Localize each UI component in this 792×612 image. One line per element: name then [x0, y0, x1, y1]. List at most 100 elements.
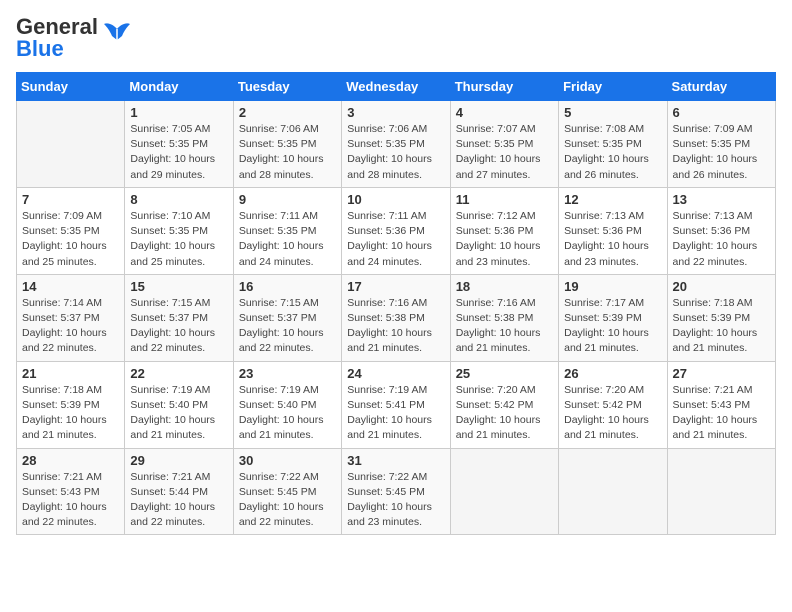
column-header-saturday: Saturday: [667, 73, 775, 101]
day-info: Sunrise: 7:19 AM Sunset: 5:41 PM Dayligh…: [347, 383, 444, 444]
day-number: 13: [673, 192, 770, 207]
calendar-cell: [667, 448, 775, 535]
day-number: 5: [564, 105, 661, 120]
day-info: Sunrise: 7:21 AM Sunset: 5:44 PM Dayligh…: [130, 470, 227, 531]
day-number: 18: [456, 279, 553, 294]
day-number: 28: [22, 453, 119, 468]
calendar-week-3: 14 Sunrise: 7:14 AM Sunset: 5:37 PM Dayli…: [17, 274, 776, 361]
calendar-cell: 22 Sunrise: 7:19 AM Sunset: 5:40 PM Dayli…: [125, 361, 233, 448]
day-number: 3: [347, 105, 444, 120]
day-info: Sunrise: 7:07 AM Sunset: 5:35 PM Dayligh…: [456, 122, 553, 183]
day-info: Sunrise: 7:09 AM Sunset: 5:35 PM Dayligh…: [22, 209, 119, 270]
calendar-cell: 9Sunrise: 7:11 AM Sunset: 5:35 PM Daylig…: [233, 187, 341, 274]
calendar-cell: 10 Sunrise: 7:11 AM Sunset: 5:36 PM Dayli…: [342, 187, 450, 274]
calendar-body: 1 Sunrise: 7:05 AM Sunset: 5:35 PM Daylig…: [17, 101, 776, 535]
day-number: 25: [456, 366, 553, 381]
calendar-cell: 5Sunrise: 7:08 AM Sunset: 5:35 PM Daylig…: [559, 101, 667, 188]
day-info: Sunrise: 7:15 AM Sunset: 5:37 PM Dayligh…: [239, 296, 336, 357]
day-info: Sunrise: 7:05 AM Sunset: 5:35 PM Dayligh…: [130, 122, 227, 183]
calendar-table: SundayMondayTuesdayWednesdayThursdayFrid…: [16, 72, 776, 535]
day-info: Sunrise: 7:19 AM Sunset: 5:40 PM Dayligh…: [130, 383, 227, 444]
day-info: Sunrise: 7:13 AM Sunset: 5:36 PM Dayligh…: [673, 209, 770, 270]
day-info: Sunrise: 7:11 AM Sunset: 5:36 PM Dayligh…: [347, 209, 444, 270]
day-number: 26: [564, 366, 661, 381]
calendar-cell: 4 Sunrise: 7:07 AM Sunset: 5:35 PM Daylig…: [450, 101, 558, 188]
day-number: 30: [239, 453, 336, 468]
calendar-cell: 19 Sunrise: 7:17 AM Sunset: 5:39 PM Dayli…: [559, 274, 667, 361]
day-info: Sunrise: 7:19 AM Sunset: 5:40 PM Dayligh…: [239, 383, 336, 444]
calendar-cell: 1 Sunrise: 7:05 AM Sunset: 5:35 PM Daylig…: [125, 101, 233, 188]
day-info: Sunrise: 7:06 AM Sunset: 5:35 PM Dayligh…: [239, 122, 336, 183]
calendar-cell: 26 Sunrise: 7:20 AM Sunset: 5:42 PM Dayli…: [559, 361, 667, 448]
calendar-cell: 28 Sunrise: 7:21 AM Sunset: 5:43 PM Dayli…: [17, 448, 125, 535]
day-number: 16: [239, 279, 336, 294]
day-info: Sunrise: 7:15 AM Sunset: 5:37 PM Dayligh…: [130, 296, 227, 357]
day-number: 4: [456, 105, 553, 120]
day-number: 11: [456, 192, 553, 207]
calendar-week-1: 1 Sunrise: 7:05 AM Sunset: 5:35 PM Daylig…: [17, 101, 776, 188]
day-info: Sunrise: 7:18 AM Sunset: 5:39 PM Dayligh…: [673, 296, 770, 357]
calendar-cell: 16 Sunrise: 7:15 AM Sunset: 5:37 PM Dayli…: [233, 274, 341, 361]
column-header-friday: Friday: [559, 73, 667, 101]
calendar-cell: 27 Sunrise: 7:21 AM Sunset: 5:43 PM Dayli…: [667, 361, 775, 448]
calendar-cell: 17 Sunrise: 7:16 AM Sunset: 5:38 PM Dayli…: [342, 274, 450, 361]
calendar-cell: 3 Sunrise: 7:06 AM Sunset: 5:35 PM Daylig…: [342, 101, 450, 188]
day-info: Sunrise: 7:20 AM Sunset: 5:42 PM Dayligh…: [564, 383, 661, 444]
day-number: 22: [130, 366, 227, 381]
day-info: Sunrise: 7:11 AM Sunset: 5:35 PM Dayligh…: [239, 209, 336, 270]
column-header-monday: Monday: [125, 73, 233, 101]
column-header-thursday: Thursday: [450, 73, 558, 101]
calendar-cell: 30Sunrise: 7:22 AM Sunset: 5:45 PM Dayli…: [233, 448, 341, 535]
calendar-week-5: 28 Sunrise: 7:21 AM Sunset: 5:43 PM Dayli…: [17, 448, 776, 535]
calendar-cell: 18Sunrise: 7:16 AM Sunset: 5:38 PM Dayli…: [450, 274, 558, 361]
calendar-cell: 20 Sunrise: 7:18 AM Sunset: 5:39 PM Dayli…: [667, 274, 775, 361]
day-info: Sunrise: 7:21 AM Sunset: 5:43 PM Dayligh…: [22, 470, 119, 531]
calendar-cell: 12 Sunrise: 7:13 AM Sunset: 5:36 PM Dayli…: [559, 187, 667, 274]
day-number: 17: [347, 279, 444, 294]
day-number: 24: [347, 366, 444, 381]
day-number: 10: [347, 192, 444, 207]
column-header-tuesday: Tuesday: [233, 73, 341, 101]
logo-bird-icon: [102, 22, 132, 44]
day-info: Sunrise: 7:16 AM Sunset: 5:38 PM Dayligh…: [347, 296, 444, 357]
day-info: Sunrise: 7:20 AM Sunset: 5:42 PM Dayligh…: [456, 383, 553, 444]
calendar-cell: 2 Sunrise: 7:06 AM Sunset: 5:35 PM Daylig…: [233, 101, 341, 188]
day-info: Sunrise: 7:21 AM Sunset: 5:43 PM Dayligh…: [673, 383, 770, 444]
day-number: 14: [22, 279, 119, 294]
calendar-cell: [450, 448, 558, 535]
day-number: 21: [22, 366, 119, 381]
day-info: Sunrise: 7:17 AM Sunset: 5:39 PM Dayligh…: [564, 296, 661, 357]
day-number: 1: [130, 105, 227, 120]
day-number: 15: [130, 279, 227, 294]
calendar-cell: 21 Sunrise: 7:18 AM Sunset: 5:39 PM Dayli…: [17, 361, 125, 448]
day-info: Sunrise: 7:14 AM Sunset: 5:37 PM Dayligh…: [22, 296, 119, 357]
day-info: Sunrise: 7:09 AM Sunset: 5:35 PM Dayligh…: [673, 122, 770, 183]
calendar-cell: 13 Sunrise: 7:13 AM Sunset: 5:36 PM Dayli…: [667, 187, 775, 274]
logo: GeneralBlue: [16, 16, 132, 60]
day-number: 27: [673, 366, 770, 381]
calendar-cell: 8Sunrise: 7:10 AM Sunset: 5:35 PM Daylig…: [125, 187, 233, 274]
calendar-cell: 15 Sunrise: 7:15 AM Sunset: 5:37 PM Dayli…: [125, 274, 233, 361]
day-number: 23: [239, 366, 336, 381]
calendar-week-4: 21 Sunrise: 7:18 AM Sunset: 5:39 PM Dayli…: [17, 361, 776, 448]
day-info: Sunrise: 7:10 AM Sunset: 5:35 PM Dayligh…: [130, 209, 227, 270]
day-info: Sunrise: 7:13 AM Sunset: 5:36 PM Dayligh…: [564, 209, 661, 270]
day-number: 7: [22, 192, 119, 207]
calendar-header-row: SundayMondayTuesdayWednesdayThursdayFrid…: [17, 73, 776, 101]
calendar-cell: 11Sunrise: 7:12 AM Sunset: 5:36 PM Dayli…: [450, 187, 558, 274]
calendar-cell: 6Sunrise: 7:09 AM Sunset: 5:35 PM Daylig…: [667, 101, 775, 188]
calendar-cell: [559, 448, 667, 535]
day-number: 31: [347, 453, 444, 468]
day-info: Sunrise: 7:18 AM Sunset: 5:39 PM Dayligh…: [22, 383, 119, 444]
calendar-week-2: 7 Sunrise: 7:09 AM Sunset: 5:35 PM Daylig…: [17, 187, 776, 274]
day-number: 2: [239, 105, 336, 120]
column-header-sunday: Sunday: [17, 73, 125, 101]
day-number: 19: [564, 279, 661, 294]
column-header-wednesday: Wednesday: [342, 73, 450, 101]
day-number: 12: [564, 192, 661, 207]
day-info: Sunrise: 7:06 AM Sunset: 5:35 PM Dayligh…: [347, 122, 444, 183]
calendar-cell: 23 Sunrise: 7:19 AM Sunset: 5:40 PM Dayli…: [233, 361, 341, 448]
calendar-cell: 7 Sunrise: 7:09 AM Sunset: 5:35 PM Daylig…: [17, 187, 125, 274]
day-info: Sunrise: 7:22 AM Sunset: 5:45 PM Dayligh…: [347, 470, 444, 531]
day-number: 20: [673, 279, 770, 294]
